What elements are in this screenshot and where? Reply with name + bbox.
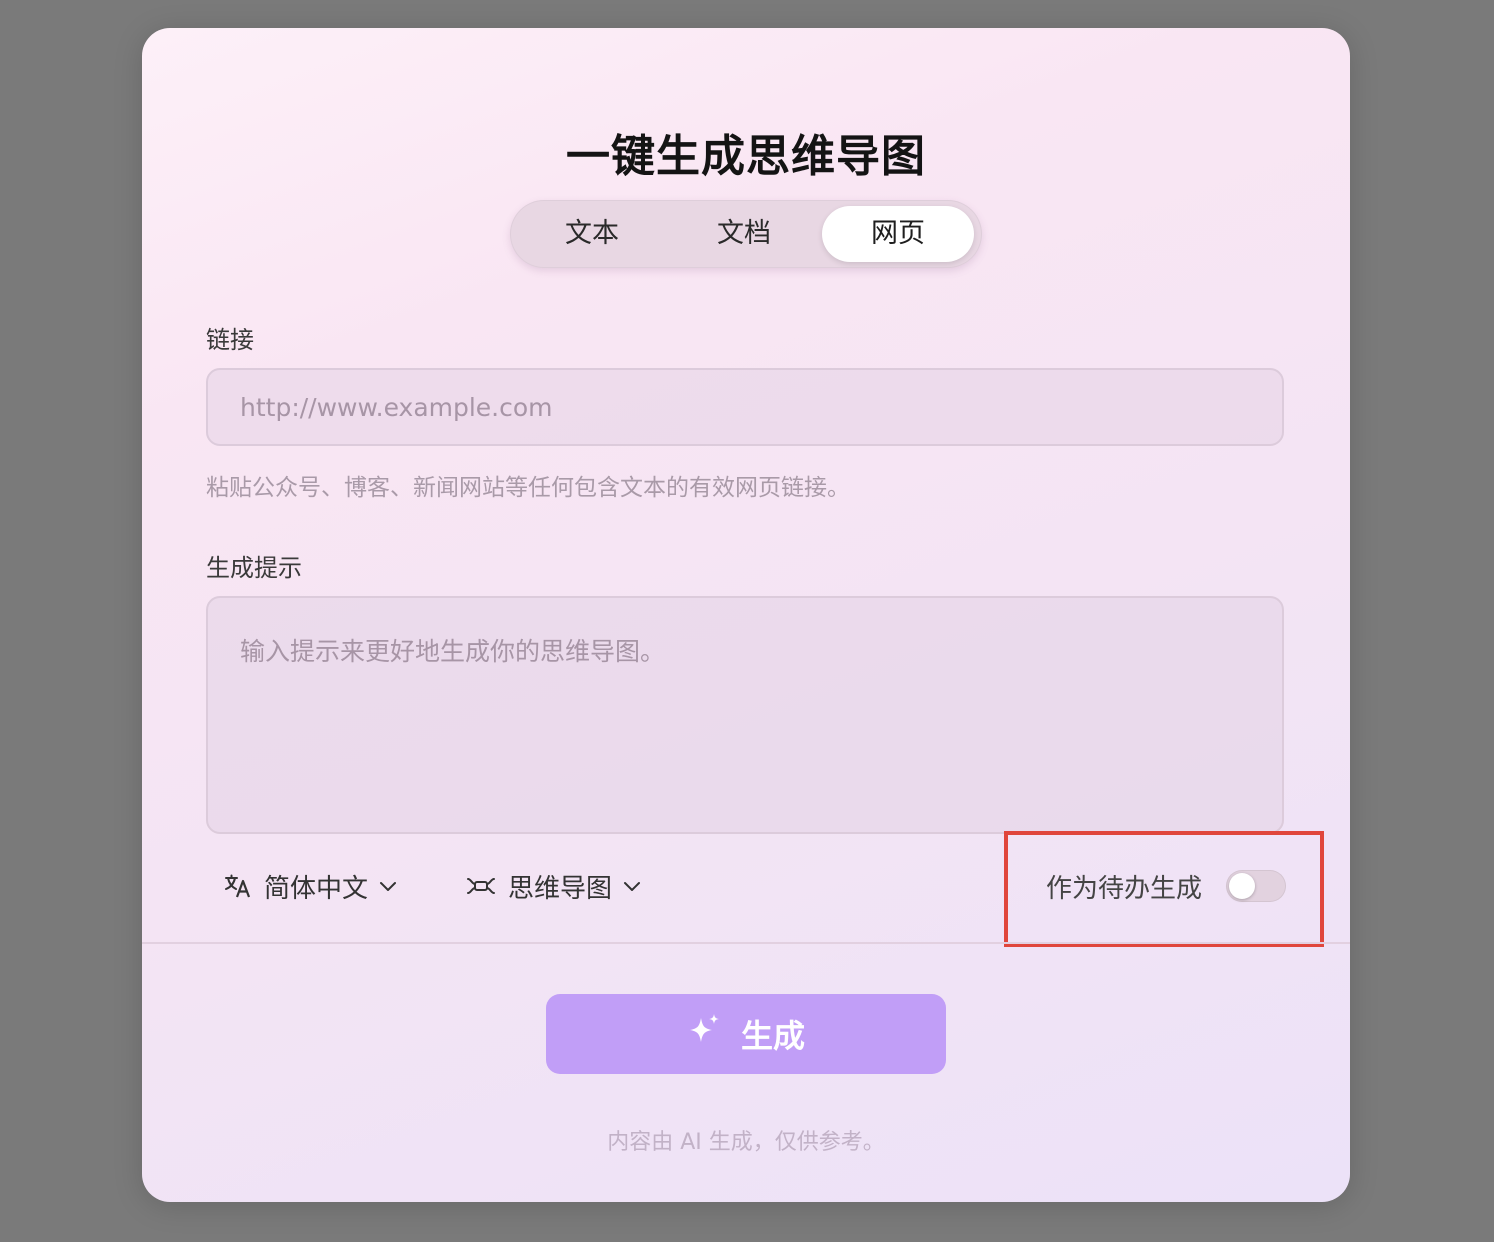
dialog-title: 一键生成思维导图 [566, 131, 926, 182]
output-type-dropdown[interactable]: 思维导图 [466, 868, 642, 904]
sparkle-icon [687, 1012, 723, 1056]
chevron-down-icon [378, 876, 398, 896]
output-type-value: 思维导图 [508, 873, 613, 904]
divider [142, 942, 1350, 944]
highlight-box [1004, 831, 1324, 947]
prompt-textarea[interactable] [206, 596, 1284, 834]
tab-document[interactable]: 文档 [668, 206, 820, 262]
link-input[interactable] [206, 368, 1284, 446]
mindmap-icon [466, 872, 496, 900]
tab-webpage[interactable]: 网页 [822, 206, 974, 262]
language-dropdown[interactable]: 简体中文 [224, 868, 398, 904]
link-hint: 粘贴公众号、博客、新闻网站等任何包含文本的有效网页链接。 [206, 475, 850, 501]
chevron-down-icon [622, 876, 642, 896]
generate-button-label: 生成 [740, 1018, 805, 1054]
translate-icon [224, 872, 252, 900]
source-tab-group: 文本 文档 网页 [510, 200, 982, 268]
prompt-label: 生成提示 [206, 554, 302, 582]
ai-disclaimer: 内容由 AI 生成，仅供参考。 [607, 1130, 885, 1155]
language-value: 简体中文 [264, 873, 369, 904]
generate-button[interactable]: 生成 [546, 994, 946, 1074]
link-label: 链接 [206, 326, 254, 354]
tab-text[interactable]: 文本 [516, 206, 668, 262]
mindmap-dialog: 一键生成思维导图 文本 文档 网页 链接 粘贴公众号、博客、新闻网站等任何包含文… [142, 28, 1350, 1202]
